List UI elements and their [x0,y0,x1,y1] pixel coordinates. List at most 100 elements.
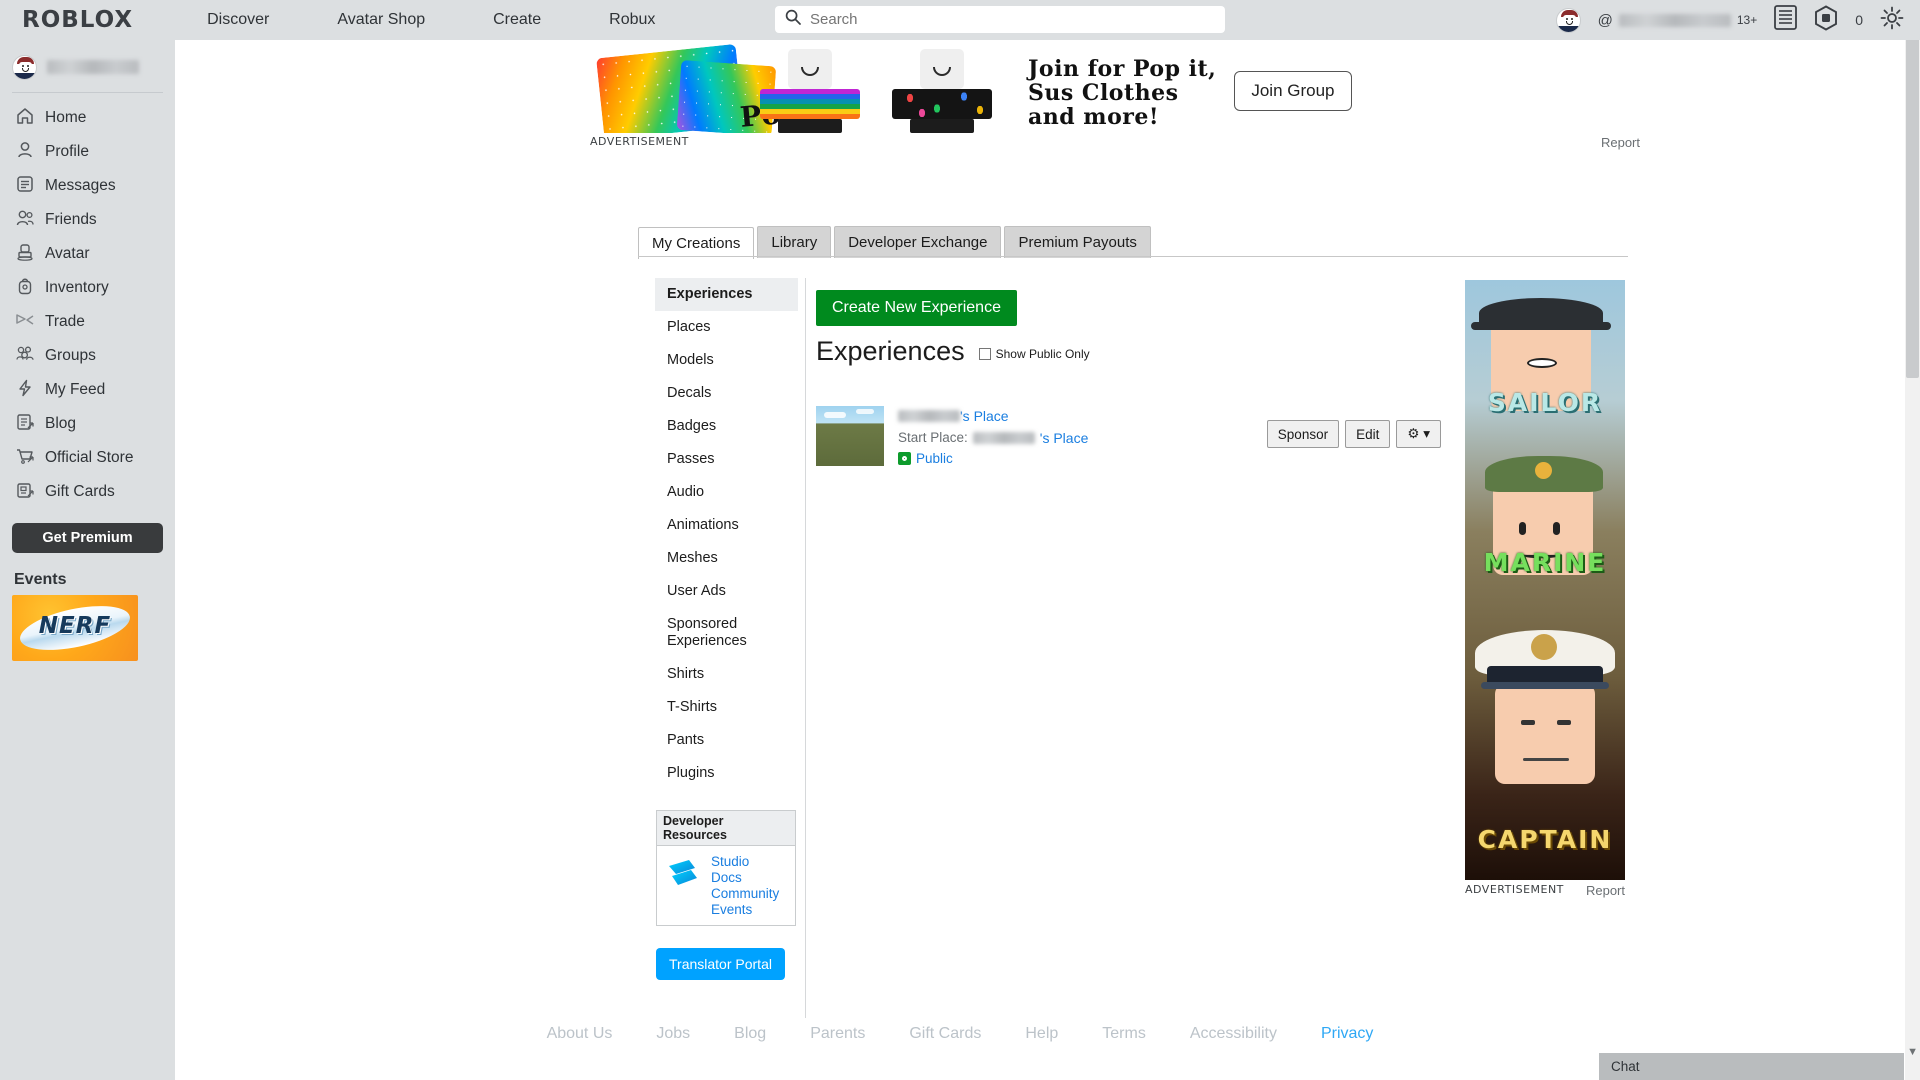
ad-word-sailor: SAILOR [1487,388,1603,417]
store-icon [15,446,35,471]
sidebar-user[interactable] [0,48,175,86]
banner-report-link[interactable]: Report [1601,135,1640,150]
tab-developer-exchange[interactable]: Developer Exchange [834,226,1002,258]
sidebar-item-home[interactable]: Home [0,101,175,135]
sidebar-item-blog[interactable]: Blog [0,407,175,441]
tab-library[interactable]: Library [757,226,832,258]
roblox-logo[interactable]: ROBLOX [22,7,133,33]
subnav-item-places[interactable]: Places [655,311,798,344]
subnav-item-decals[interactable]: Decals [655,377,798,410]
home-icon [15,106,35,131]
translator-portal-button[interactable]: Translator Portal [656,948,785,980]
person-icon [15,140,35,165]
show-public-only-checkbox[interactable] [978,348,991,360]
subnav-item-audio[interactable]: Audio [655,476,798,509]
robux-icon[interactable] [1814,4,1838,36]
footer-link-terms[interactable]: Terms [1102,1025,1146,1043]
robux-count: 0 [1855,12,1863,28]
footer-link-parents[interactable]: Parents [810,1025,865,1043]
subnav-item-pants[interactable]: Pants [655,724,798,757]
sidebar-label: Friends [45,211,97,228]
footer-link-help[interactable]: Help [1025,1025,1058,1043]
sidebar-item-gift-cards[interactable]: Gift Cards [0,475,175,509]
experience-list-item: 's Place Start Place: 's Place Public Sp… [816,406,1441,466]
sidebar-item-profile[interactable]: Profile [0,135,175,169]
sidebar-item-friends[interactable]: Friends [0,203,175,237]
nav-link-avatar-shop[interactable]: Avatar Shop [337,11,425,29]
top-banner-ad-container: Pop It! Join for Pop it, Sus Clothes and… [590,43,1640,150]
experience-status: Public [898,451,1088,466]
footer-link-blog[interactable]: Blog [734,1025,766,1043]
nav-link-create[interactable]: Create [493,11,541,29]
sidebar-item-messages[interactable]: Messages [0,169,175,203]
subnav-item-badges[interactable]: Badges [655,410,798,443]
subnav-item-shirts[interactable]: Shirts [655,658,798,691]
tab-my-creations[interactable]: My Creations [638,227,755,259]
sidebar-item-inventory[interactable]: Inventory [0,271,175,305]
sidebar-item-trade[interactable]: Trade [0,305,175,339]
list-icon[interactable] [1774,5,1798,35]
subnav-item-plugins[interactable]: Plugins [655,757,798,790]
footer-link-gift-cards[interactable]: Gift Cards [909,1025,981,1043]
scrollbar-thumb[interactable] [1906,18,1919,378]
sidebar-item-groups[interactable]: Groups [0,339,175,373]
subnav-item-experiences[interactable]: Experiences [655,278,798,311]
subnav-item-meshes[interactable]: Meshes [655,542,798,575]
footer-link-about-us[interactable]: About Us [547,1025,613,1043]
page-scrollbar[interactable]: ▲ ▼ [1905,0,1920,1080]
devres-link-community[interactable]: Community [711,886,779,901]
start-place-suffix[interactable]: 's Place [1040,430,1089,446]
nav-right-cluster: @ 13+ 0 [1555,0,1904,40]
edit-button[interactable]: Edit [1345,420,1391,448]
experience-settings-dropdown-button[interactable]: ⚙ ▾ [1396,420,1441,448]
right-ad-report-link[interactable]: Report [1586,883,1625,898]
gear-icon[interactable] [1880,6,1904,35]
devres-link-events[interactable]: Events [711,902,779,917]
sidebar-item-my-feed[interactable]: My Feed [0,373,175,407]
subnav-item-sponsored-experiences[interactable]: Sponsored Experiences [655,608,798,658]
nerf-advertisement[interactable]: NERF [12,595,138,661]
scroll-down-arrow-icon[interactable]: ▼ [1907,1046,1918,1058]
sidebar-avatar [12,54,37,80]
giftcard-icon [15,480,35,505]
search-bar[interactable] [775,6,1225,33]
banner-headline-line2: Sus Clothes [1028,80,1179,106]
sidebar-item-avatar[interactable]: Avatar [0,237,175,271]
devres-link-studio[interactable]: Studio [711,854,779,869]
developer-resources-body: Studio Docs Community Events [657,846,795,925]
nav-link-robux[interactable]: Robux [609,11,655,29]
sidebar-label: Gift Cards [45,483,115,500]
search-input[interactable] [810,11,1210,28]
creations-subnav: Experiences Places Models Decals Badges … [655,278,798,790]
devres-link-docs[interactable]: Docs [711,870,779,885]
right-advertisement[interactable]: SAILOR MARINE CAPTAIN [1465,280,1625,880]
subnav-item-passes[interactable]: Passes [655,443,798,476]
experience-thumbnail[interactable] [816,406,884,466]
status-badge[interactable]: Public [916,451,953,466]
experience-title-line[interactable]: 's Place [898,406,1088,425]
banner-headline-line1: Join for Pop it, [1028,56,1217,82]
subnav-item-user-ads[interactable]: User Ads [655,575,798,608]
tab-premium-payouts[interactable]: Premium Payouts [1004,226,1151,258]
subnav-item-models[interactable]: Models [655,344,798,377]
sidebar-item-official-store[interactable]: Official Store [0,441,175,475]
create-new-experience-button[interactable]: Create New Experience [816,290,1017,326]
sponsor-button[interactable]: Sponsor [1266,420,1340,448]
nav-link-discover[interactable]: Discover [207,11,269,29]
footer-link-accessibility[interactable]: Accessibility [1190,1025,1277,1043]
show-public-only-control[interactable]: Show Public Only [978,347,1090,361]
experience-name-suffix[interactable]: 's Place [960,408,1009,424]
footer-link-jobs[interactable]: Jobs [656,1025,690,1043]
sidebar-label: Official Store [45,449,134,466]
avatar[interactable] [1555,7,1581,33]
top-banner-ad[interactable]: Pop It! Join for Pop it, Sus Clothes and… [590,43,1640,133]
get-premium-button[interactable]: Get Premium [12,523,163,553]
experience-actions: Sponsor Edit ⚙ ▾ [1266,420,1441,448]
footer-link-privacy[interactable]: Privacy [1321,1025,1373,1043]
rainbow-character-graphic [748,49,872,133]
friends-icon [15,208,35,233]
chat-bar[interactable]: Chat [1599,1053,1904,1080]
join-group-button[interactable]: Join Group [1234,71,1352,111]
subnav-item-animations[interactable]: Animations [655,509,798,542]
subnav-item-tshirts[interactable]: T-Shirts [655,691,798,724]
